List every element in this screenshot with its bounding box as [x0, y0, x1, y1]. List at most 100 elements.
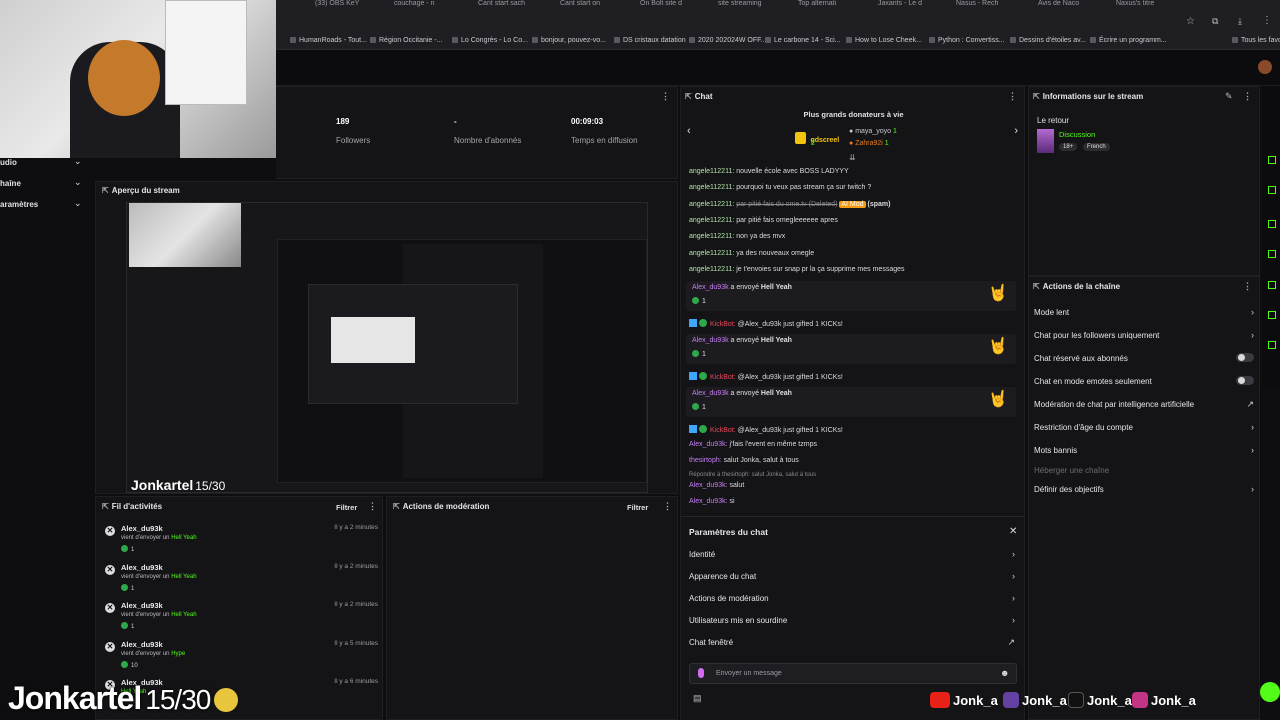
bookmark-item[interactable]: Dessins d'étoiles av... [1010, 37, 1086, 44]
sidebar-item-parametres[interactable]: aramètres [0, 200, 38, 209]
dismiss-icon[interactable]: ✕ [105, 526, 115, 536]
browser-tab[interactable]: Naxus's titre [1116, 0, 1190, 10]
browser-tab[interactable]: On Bolt site d [640, 0, 714, 10]
microphone-icon[interactable] [698, 668, 704, 678]
browser-tab[interactable]: Jaxants - Le d [878, 0, 952, 10]
dismiss-icon[interactable]: ✕ [105, 564, 115, 575]
expand-icon[interactable]: ⇱ [102, 186, 109, 195]
browser-tab[interactable]: Cant start on [560, 0, 634, 10]
more-options-icon[interactable]: ⋮ [663, 501, 672, 512]
more-options-icon[interactable]: ⋮ [1008, 91, 1017, 102]
chevron-right-icon[interactable]: › [1014, 125, 1018, 137]
menu-icon[interactable]: ⋮ [1262, 15, 1272, 26]
download-icon[interactable]: ⤓ [1238, 16, 1242, 27]
chat-settings-item[interactable]: Actions de modération › [689, 593, 1017, 603]
channel-action-item[interactable]: Modération de chat par intelligence arti… [1034, 399, 1256, 409]
filter-button[interactable]: Filtrer [627, 503, 648, 512]
more-options-icon[interactable]: ⋮ [1243, 281, 1252, 292]
toggle-switch[interactable] [1236, 353, 1254, 362]
bookmark-item[interactable]: HumanRoads - Tout... [290, 37, 367, 44]
bookmark-item[interactable]: How to Lose Cheek... [846, 37, 922, 44]
browser-tab[interactable]: Avis de Naco [1038, 0, 1112, 10]
chat-settings-item[interactable]: Identité › [689, 549, 1017, 559]
browser-tab[interactable]: (33) OBS KeY [315, 0, 389, 10]
star-icon[interactable]: ☆ [1186, 16, 1195, 27]
channel-action-item[interactable]: Mode lent › [1034, 307, 1256, 317]
more-options-icon[interactable]: ⋮ [1243, 91, 1252, 102]
sidebar-item-chaine[interactable]: haîne [0, 179, 21, 188]
browser-tab[interactable]: Nasus - Rech [956, 0, 1030, 10]
channel-action-item[interactable]: Mots bannis › [1034, 445, 1256, 455]
toggle-switch[interactable] [1236, 376, 1254, 385]
sidebar-item-audio[interactable]: udio [0, 158, 17, 167]
expand-icon[interactable]: ⇱ [393, 502, 400, 511]
chat-settings-item[interactable]: Apparence du chat › [689, 571, 1017, 581]
dismiss-icon[interactable]: ✕ [105, 603, 115, 613]
close-icon[interactable]: ✕ [1009, 526, 1017, 537]
filter-button[interactable]: Filtrer [336, 503, 357, 512]
browser-tab[interactable]: site streaming [718, 0, 792, 10]
browser-tab[interactable]: couchage - n [394, 0, 468, 10]
browser-tab[interactable]: Top alternati [798, 0, 872, 10]
expand-icon[interactable]: ⇱ [1033, 92, 1040, 101]
bookmark-item[interactable]: 2020 202024W OFF... [689, 37, 766, 44]
dock-icon[interactable] [1268, 281, 1276, 289]
chat-username[interactable]: Alex_du93k: [689, 482, 728, 489]
bookmark-item[interactable]: Écrire un programm... [1090, 37, 1167, 44]
bookmark-item[interactable]: Python : Convertiss... [929, 37, 1005, 44]
dock-icon[interactable] [1268, 311, 1276, 319]
chevron-down-icon[interactable]: ⌄ [74, 177, 82, 188]
more-options-icon[interactable]: ⋮ [368, 501, 377, 512]
emoji-icon[interactable]: ☻ [1000, 668, 1009, 678]
channel-action-item[interactable]: Chat en mode emotes seulement [1034, 376, 1256, 386]
pin-icon[interactable]: ⇊ [849, 153, 856, 162]
channel-action-item[interactable]: Restriction d'âge du compte › [1034, 422, 1256, 432]
dock-icon[interactable] [1268, 250, 1276, 258]
youtube-icon [930, 692, 950, 708]
chat-username[interactable]: angele112211: [689, 168, 734, 175]
chevron-left-icon[interactable]: ‹ [687, 125, 691, 137]
activity-username[interactable]: Alex_du93k [121, 563, 163, 572]
chevron-down-icon[interactable]: ⌄ [74, 198, 82, 209]
expand-icon[interactable]: ⇱ [102, 502, 109, 511]
bookmark-item[interactable]: Le carbone 14 - Sci... [765, 37, 841, 44]
dock-icon[interactable] [1268, 186, 1276, 194]
chat-input[interactable]: Envoyer un message ☻ [689, 663, 1017, 684]
dock-icon[interactable] [1268, 220, 1276, 228]
chat-username[interactable]: angele112211: [689, 266, 734, 273]
chat-username[interactable]: Alex_du93k: [689, 498, 728, 505]
activity-username[interactable]: Alex_du93k [121, 601, 163, 610]
dock-icon[interactable] [1268, 156, 1276, 164]
browser-tab[interactable]: Cant start sach [478, 0, 552, 10]
expand-icon[interactable]: ⇱ [1033, 282, 1040, 291]
bookmark-item[interactable]: Région Occitanie -... [370, 37, 442, 44]
channel-action-item[interactable]: Définir des objectifs › [1034, 484, 1256, 494]
chat-username[interactable]: angele112211: [689, 233, 734, 240]
chat-settings-item[interactable]: Utilisateurs mis en sourdine › [689, 615, 1017, 625]
chat-settings-item[interactable]: Chat fenêtré ↗ [689, 637, 1017, 647]
chat-username[interactable]: angele112211: [689, 250, 734, 257]
avatar[interactable] [1258, 60, 1272, 74]
channel-action-item[interactable]: Chat réservé aux abonnés [1034, 353, 1256, 363]
expand-icon[interactable]: ⇱ [685, 92, 692, 101]
chat-username[interactable]: thesirtoph: [689, 457, 722, 464]
bookmark-item[interactable]: DS cristaux datation [614, 37, 686, 44]
edit-icon[interactable]: ✎ [1225, 91, 1233, 102]
category-name[interactable]: Discussion [1059, 130, 1095, 139]
bookmark-item[interactable]: Lo Congrès - Lo Co... [452, 37, 528, 44]
bookmark-item[interactable]: Tous les favoris [1232, 37, 1280, 44]
chat-username[interactable]: angele112211: [689, 217, 734, 224]
activity-username[interactable]: Alex_du93k [121, 524, 163, 533]
channel-action-item[interactable]: Chat pour les followers uniquement › [1034, 330, 1256, 340]
dismiss-icon[interactable]: ✕ [105, 641, 115, 652]
chat-username[interactable]: angele112211: [689, 184, 734, 191]
chat-username[interactable]: angele112211: [689, 201, 734, 208]
chat-username[interactable]: Alex_du93k: [689, 441, 728, 448]
trash-icon[interactable]: ▤ [693, 693, 702, 704]
activity-username[interactable]: Alex_du93k [121, 640, 163, 649]
chevron-down-icon[interactable]: ⌄ [74, 156, 82, 167]
extension-icon[interactable]: ⧉ [1212, 16, 1218, 27]
dock-icon[interactable] [1268, 341, 1276, 349]
more-options-icon[interactable]: ⋮ [661, 91, 670, 102]
bookmark-item[interactable]: bonjour, pouvez-vo... [532, 37, 606, 44]
